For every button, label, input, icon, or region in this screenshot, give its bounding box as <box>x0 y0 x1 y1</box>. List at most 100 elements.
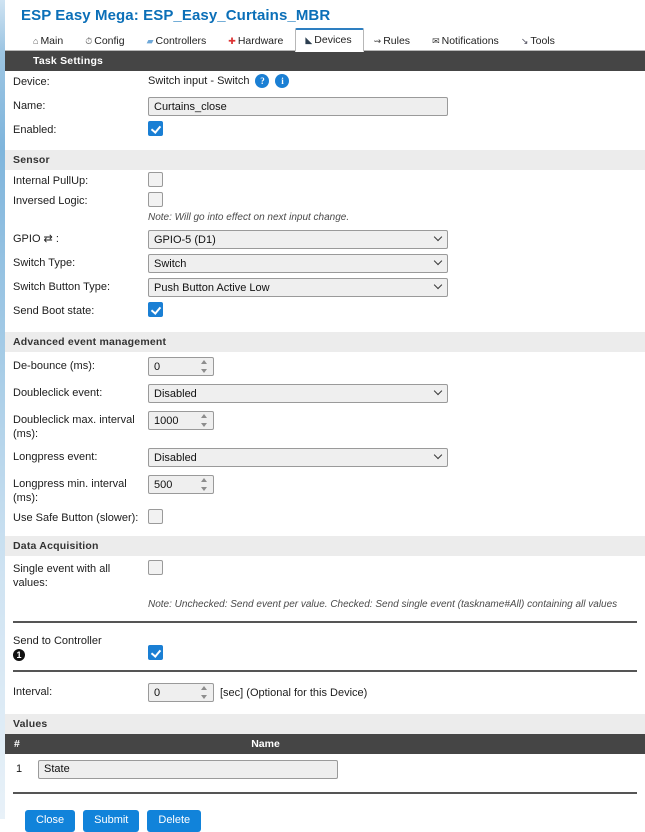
switch-type-select[interactable]: Switch <box>148 254 448 273</box>
send-to-controller-checkbox[interactable] <box>148 645 163 660</box>
safe-button-label: Use Safe Button (slower): <box>13 512 139 524</box>
inversed-logic-checkbox[interactable] <box>148 192 163 207</box>
tab-devices-label: Devices <box>314 34 352 46</box>
data-acquisition-note: Note: Unchecked: Send event per value. C… <box>148 599 618 610</box>
row-doubleclick-interval: Doubleclick max. interval (ms): <box>5 406 645 443</box>
wrench-icon: ↘ <box>520 35 529 46</box>
close-button[interactable]: Close <box>25 810 76 832</box>
longpress-event-label: Longpress event: <box>13 451 98 463</box>
nav-tab-list: ⌂ Main ⏱ Config ▰ Controllers ✚ Hardware… <box>23 28 645 52</box>
divider-2 <box>13 670 637 672</box>
enabled-checkbox[interactable] <box>148 121 163 136</box>
gpio-select[interactable]: GPIO-5 (D1) <box>148 230 448 249</box>
tab-notifications-label: Notifications <box>441 35 499 47</box>
values-column-number: # <box>14 738 20 750</box>
plug-icon: ◣ <box>305 34 313 45</box>
section-header-task-settings: Task Settings <box>5 51 645 71</box>
inversed-logic-label: Inversed Logic: <box>13 195 88 207</box>
tab-config-label: Config <box>94 35 125 47</box>
row-switch-button-type: Switch Button Type: Push Button Active L… <box>5 276 645 300</box>
longpress-event-select[interactable]: Disabled <box>148 448 448 467</box>
safe-button-checkbox[interactable] <box>148 509 163 524</box>
pin-icon: ✚ <box>228 35 236 46</box>
values-table-header: # Name <box>5 734 645 754</box>
gpio-label: GPIO ⇄ : <box>13 233 59 245</box>
tab-main-label: Main <box>40 35 64 47</box>
doubleclick-event-select[interactable]: Disabled <box>148 384 448 403</box>
delete-button[interactable]: Delete <box>147 810 202 832</box>
tab-rules[interactable]: ⇝ Rules <box>364 30 422 52</box>
section-header-data-acquisition: Data Acquisition <box>5 536 645 556</box>
internal-pullup-checkbox[interactable] <box>148 172 163 187</box>
help-icon[interactable]: ? <box>255 74 270 88</box>
sensor-note: Note: Will go into effect on next input … <box>148 212 350 223</box>
switch-button-type-select[interactable]: Push Button Active Low <box>148 278 448 297</box>
tab-tools[interactable]: ↘ Tools <box>511 30 567 52</box>
row-send-to-controller: Send to Controller 1 <box>5 629 645 664</box>
interval-input[interactable] <box>148 683 214 702</box>
tab-controllers-label: Controllers <box>155 35 207 47</box>
chat-icon: ▰ <box>146 35 154 46</box>
page-root: ESP Easy Mega: ESP_Easy_Curtains_MBR ⌂ M… <box>5 0 645 832</box>
single-event-checkbox[interactable] <box>148 560 163 575</box>
row-enabled: Enabled: <box>5 119 645 143</box>
interval-suffix: [sec] (Optional for this Device) <box>220 686 368 699</box>
row-switch-type: Switch Type: Switch <box>5 252 645 276</box>
device-label: Device: <box>13 76 50 88</box>
tab-tools-label: Tools <box>530 35 555 47</box>
internal-pullup-label: Internal PullUp: <box>13 175 89 187</box>
single-event-label: Single event with all values: <box>13 563 111 589</box>
switch-button-type-label: Switch Button Type: <box>13 281 111 293</box>
envelope-icon: ✉ <box>432 35 440 46</box>
tab-main[interactable]: ⌂ Main <box>23 30 75 52</box>
longpress-interval-input[interactable] <box>148 475 214 494</box>
divider-3 <box>13 792 637 794</box>
interval-label: Interval: <box>13 686 53 698</box>
tab-notifications[interactable]: ✉ Notifications <box>422 30 511 52</box>
name-input[interactable] <box>148 97 448 116</box>
tab-config[interactable]: ⏱ Config <box>75 30 136 52</box>
info-icon[interactable]: i <box>275 74 290 88</box>
section-header-sensor: Sensor <box>5 150 645 170</box>
doubleclick-interval-input[interactable] <box>148 411 214 430</box>
tab-controllers[interactable]: ▰ Controllers <box>137 30 219 52</box>
row-doubleclick-event: Doubleclick event: Disabled <box>5 379 645 406</box>
table-row: 1 <box>5 754 645 784</box>
page-title: ESP Easy Mega: ESP_Easy_Curtains_MBR <box>21 7 331 24</box>
doubleclick-interval-label: Doubleclick max. interval (ms): <box>13 414 135 440</box>
tab-devices[interactable]: ◣ Devices <box>295 28 364 52</box>
value-name-input[interactable] <box>38 759 338 779</box>
row-safe-button: Use Safe Button (slower): <box>5 507 645 527</box>
row-single-event: Single event with all values: <box>5 556 645 592</box>
left-scroll-strip[interactable] <box>0 0 5 819</box>
name-label: Name: <box>13 100 46 112</box>
main-navigation: ⌂ Main ⏱ Config ▰ Controllers ✚ Hardware… <box>5 28 645 52</box>
send-boot-state-checkbox[interactable] <box>148 302 163 317</box>
row-longpress-event: Longpress event: Disabled <box>5 443 645 470</box>
values-column-name: Name <box>251 738 280 750</box>
device-value: Switch input - Switch <box>148 75 250 87</box>
form-button-bar: Close Submit Delete <box>5 800 645 832</box>
submit-button[interactable]: Submit <box>83 810 140 832</box>
row-device: Device: Switch input - Switch ? i <box>5 71 645 95</box>
gear-icon: ⏱ <box>85 35 93 46</box>
divider-1 <box>13 621 637 623</box>
longpress-interval-label: Longpress min. interval (ms): <box>13 478 127 504</box>
debounce-label: De-bounce (ms): <box>13 360 95 372</box>
row-debounce: De-bounce (ms): <box>5 352 645 379</box>
row-name: Name: <box>5 95 645 119</box>
controller-index-badge: 1 <box>13 649 25 661</box>
row-gpio: GPIO ⇄ : GPIO-5 (D1) <box>5 228 645 252</box>
enabled-label: Enabled: <box>13 124 57 136</box>
send-boot-state-label: Send Boot state: <box>13 305 95 317</box>
section-header-values: Values <box>5 714 645 734</box>
doubleclick-event-label: Doubleclick event: <box>13 387 103 399</box>
debounce-input[interactable] <box>148 357 214 376</box>
value-row-number: 1 <box>16 763 23 775</box>
row-longpress-interval: Longpress min. interval (ms): <box>5 470 645 507</box>
tab-hardware-label: Hardware <box>237 35 284 47</box>
row-inversed-logic: Inversed Logic: <box>5 190 645 210</box>
tab-hardware[interactable]: ✚ Hardware <box>218 30 295 52</box>
switch-type-label: Switch Type: <box>13 257 76 269</box>
flow-icon: ⇝ <box>373 35 382 46</box>
